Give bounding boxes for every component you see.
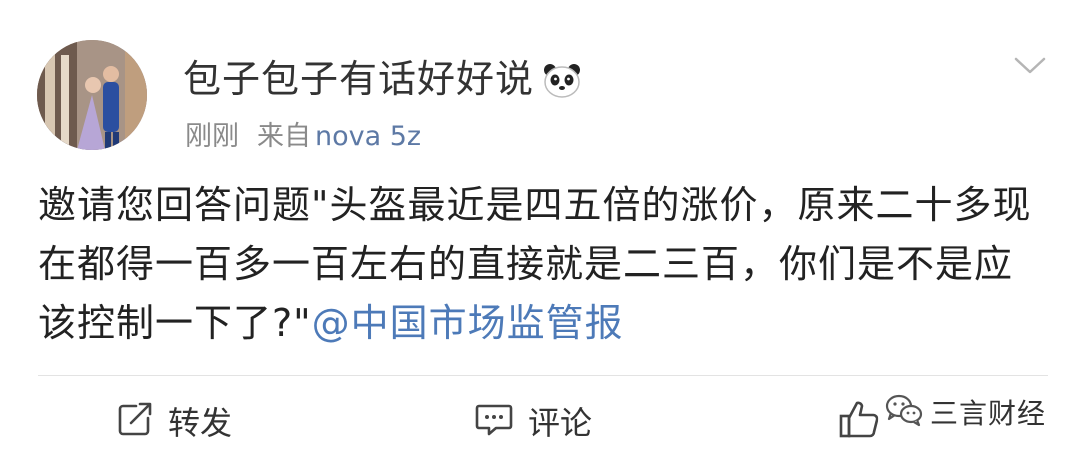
- avatar-photo: [37, 40, 147, 150]
- source-device[interactable]: nova 5z: [315, 121, 421, 152]
- weibo-post: 包子包子有话好好说 刚刚 来自 nova 5z 邀请您回答问题"头盔最近是四五倍的涨…: [0, 0, 1080, 461]
- source-prefix: 来自: [257, 121, 311, 152]
- comment-label: 评论: [528, 404, 593, 442]
- author-name[interactable]: 包子包子有话好好说: [183, 57, 534, 101]
- watermark-text: 三言财经: [930, 397, 1047, 430]
- panda-emoji-icon: [542, 62, 582, 107]
- avatar[interactable]: [37, 40, 147, 150]
- more-options-chevron-icon[interactable]: [1010, 54, 1050, 78]
- post-author[interactable]: 包子包子有话好好说: [183, 48, 582, 107]
- divider: [38, 375, 1048, 376]
- watermark: 三言财经: [878, 392, 1053, 432]
- repost-button[interactable]: 转发: [116, 398, 232, 444]
- mention-link[interactable]: @中国市场监管报: [312, 301, 624, 345]
- comment-icon: [474, 400, 514, 442]
- post-content: 邀请您回答问题"头盔最近是四五倍的涨价，原来二十多现在都得一百多一百左右的直接就…: [38, 176, 1048, 353]
- post-time: 刚刚: [185, 121, 239, 152]
- repost-label: 转发: [168, 404, 233, 442]
- post-meta: 刚刚 来自 nova 5z: [185, 114, 421, 153]
- repost-icon: [116, 400, 154, 442]
- comment-button[interactable]: 评论: [474, 398, 592, 444]
- thumbs-up-icon: [838, 399, 880, 443]
- wechat-icon: [884, 393, 924, 431]
